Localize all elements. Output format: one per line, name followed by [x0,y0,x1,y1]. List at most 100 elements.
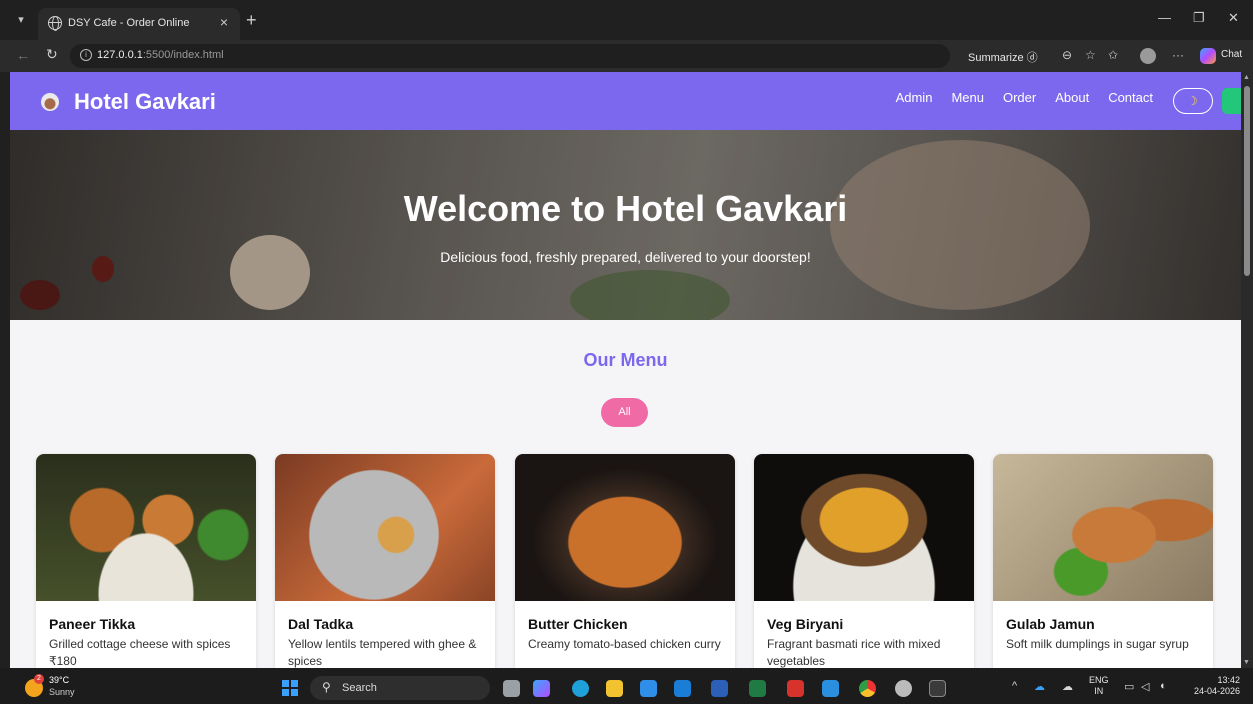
show-hidden-icons-chevron-icon[interactable]: ^ [1012,680,1017,692]
header-action-button[interactable] [1222,88,1241,114]
nav-about[interactable]: About [1055,90,1089,105]
close-tab-icon[interactable]: × [220,14,228,30]
settings-gear-icon[interactable] [895,680,912,697]
menu-card[interactable]: Gulab Jamun Soft milk dumplings in sugar… [993,454,1213,668]
browser-tab[interactable]: DSY Cafe - Order Online × [38,8,240,40]
lang-region: IN [1094,686,1104,696]
minimize-icon[interactable]: — [1158,10,1171,25]
menu-item-description: Soft milk dumplings in sugar syrup [1006,637,1189,651]
nav-contact[interactable]: Contact [1108,90,1153,105]
hero-banner: Welcome to Hotel Gavkari Delicious food,… [10,130,1241,320]
scroll-up-arrow-icon[interactable]: ▲ [1243,74,1250,81]
globe-icon [48,16,62,31]
outlook-icon[interactable] [674,680,691,697]
food-image [754,454,974,601]
word-icon[interactable] [711,680,728,697]
clock-date: 24-04-2026 [1193,686,1240,696]
tab-title: DSY Cafe - Order Online [68,17,190,29]
nav-admin[interactable]: Admin [896,90,933,105]
scroll-thumb[interactable] [1244,86,1250,276]
profile-avatar[interactable] [1140,48,1156,64]
menu-card[interactable]: Dal Tadka Yellow lentils tempered with g… [275,454,495,668]
chrome-icon[interactable] [859,680,876,697]
edge-browser-icon[interactable] [572,680,589,697]
menu-item-name: Veg Biryani [767,616,844,632]
menu-card[interactable]: Butter Chicken Creamy tomato-based chick… [515,454,735,668]
lang-code: ENG [1089,675,1109,685]
volume-icon[interactable]: ◁ [1141,680,1149,693]
excel-icon[interactable] [749,680,766,697]
menu-item-description: Yellow lentils tempered with ghee & spic… [288,637,477,668]
window-close-icon[interactable]: ✕ [1228,10,1239,26]
main-nav: Admin Menu Order About Contact [896,90,1153,105]
favorite-star-icon[interactable]: ☆ [1085,48,1096,62]
food-image [993,454,1213,601]
copilot-icon[interactable] [1200,48,1216,64]
input-language[interactable]: ENG IN [1089,675,1109,697]
hero-subtitle: Delicious food, freshly prepared, delive… [440,249,811,265]
system-clock[interactable]: 13:42 24-04-2026 [1186,675,1240,697]
filter-all-button[interactable]: All [601,398,648,427]
restore-icon[interactable]: ❐ [1193,10,1205,26]
tab-list-chevron-icon[interactable]: ▾ [10,13,32,31]
url-path: :5500/index.html [142,49,224,61]
menu-item-description: Grilled cottage cheese with spices [49,637,231,651]
menu-section-title: Our Menu [583,350,668,370]
nav-order[interactable]: Order [1003,90,1036,105]
coffee-cup-icon [41,93,59,111]
back-arrow-icon[interactable]: ← [16,47,30,63]
site-brand[interactable]: Hotel Gavkari [74,89,216,115]
summarize-button[interactable]: Summarize ⓓ [968,49,1038,65]
weather-temperature[interactable]: 39°C [49,675,69,685]
cloud-icon[interactable]: ☁ [1062,680,1073,693]
hero-title: Welcome to Hotel Gavkari [403,188,848,229]
theme-toggle[interactable]: ☽ [1173,88,1213,114]
new-tab-button[interactable]: + [246,11,257,29]
url-host: 127.0.0.1 [97,49,143,61]
wps-office-icon[interactable] [787,680,804,697]
url-text[interactable]: 127.0.0.1:5500/index.html [97,49,224,61]
network-icon[interactable]: ▭ [1124,680,1134,693]
nav-menu[interactable]: Menu [951,90,984,105]
menu-item-name: Butter Chicken [528,616,628,632]
more-menu-icon[interactable]: ··· [1172,48,1184,62]
copilot-app-icon[interactable] [533,680,550,697]
menu-item-name: Gulab Jamun [1006,616,1095,632]
search-label: Search [342,682,377,694]
summarize-label: Summarize [968,52,1024,64]
address-toolbar: ← ↻ i 127.0.0.1:5500/index.html Summariz… [0,40,1253,72]
reload-icon[interactable]: ↻ [46,46,58,63]
terminal-icon[interactable] [929,680,946,697]
menu-card[interactable]: Veg Biryani Fragrant basmati rice with m… [754,454,974,668]
menu-card[interactable]: Paneer Tikka Grilled cottage cheese with… [36,454,256,668]
taskbar-search[interactable]: ⚲ Search [310,676,490,700]
food-image [275,454,495,601]
task-view-icon[interactable] [503,680,520,697]
battery-icon[interactable]: ◐ [1160,680,1167,692]
weather-badge: 2 [34,674,44,684]
food-image [515,454,735,601]
address-bar[interactable]: i 127.0.0.1:5500/index.html [70,44,950,68]
page-viewport: Hotel Gavkari Admin Menu Order About Con… [10,72,1241,668]
site-header: Hotel Gavkari Admin Menu Order About Con… [10,72,1241,130]
vscode-icon[interactable] [822,680,839,697]
menu-item-price: ₹180 [49,654,77,668]
menu-item-description: Fragrant basmati rice with mixed vegetab… [767,637,941,668]
file-explorer-icon[interactable] [606,680,623,697]
windows-start-icon[interactable] [282,680,298,696]
scroll-down-arrow-icon[interactable]: ▼ [1243,659,1250,666]
favorites-list-icon[interactable]: ✩ [1108,48,1118,62]
windows-taskbar: 2 39°C Sunny ⚲ Search ^ ☁ ☁ ENG IN ▭ ◁ ◐… [0,668,1253,704]
menu-item-desc: Grilled cottage cheese with spices ₹180 [49,636,249,668]
food-image [36,454,256,601]
read-aloud-icon[interactable]: ⊖ [1062,48,1072,62]
site-info-icon[interactable]: i [80,49,92,61]
weather-description[interactable]: Sunny [49,687,75,697]
chat-label[interactable]: Chat [1221,49,1242,60]
menu-item-name: Dal Tadka [288,616,354,632]
moon-icon: ☽ [1187,94,1198,108]
onedrive-icon[interactable]: ☁ [1034,680,1045,693]
store-icon[interactable] [640,680,657,697]
page-scrollbar[interactable]: ▲ ▼ [1241,72,1253,668]
clock-time: 13:42 [1217,675,1240,685]
